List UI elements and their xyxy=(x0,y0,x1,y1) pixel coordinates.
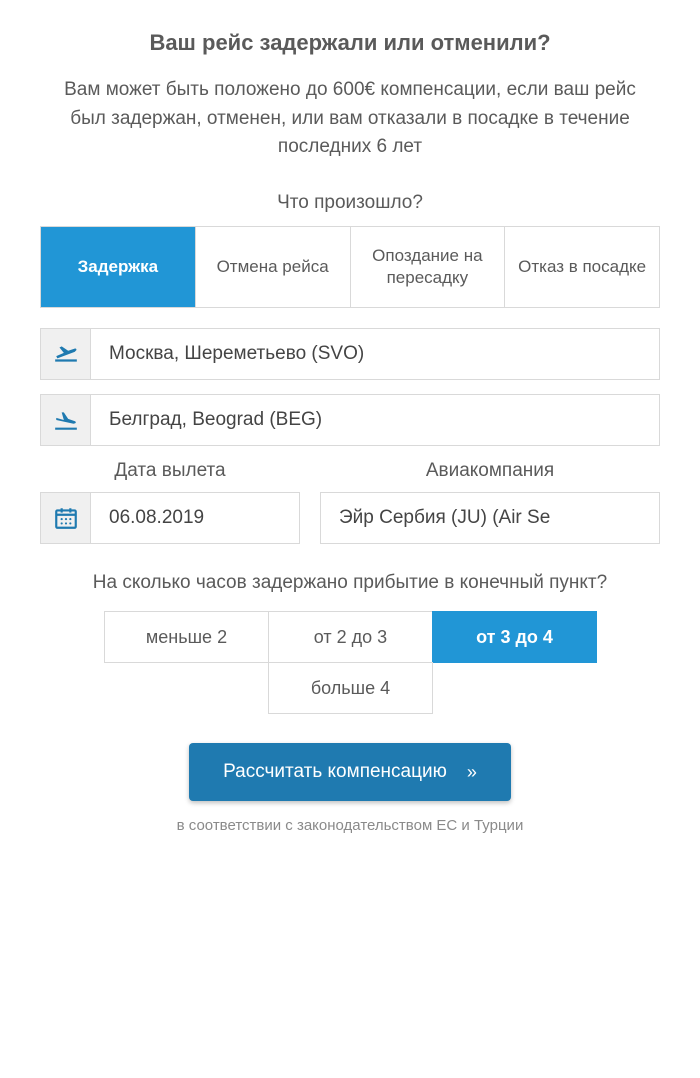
departure-icon xyxy=(41,329,91,379)
airline-label: Авиакомпания xyxy=(320,460,660,482)
tab-denied-boarding[interactable]: Отказ в посадке xyxy=(505,227,659,307)
option-2-3[interactable]: от 2 до 3 xyxy=(268,611,433,663)
option-more-4[interactable]: больше 4 xyxy=(268,662,433,714)
what-happened-label: Что произошло? xyxy=(40,192,660,214)
arrival-value: Белград, Beograd (BEG) xyxy=(91,395,659,445)
tab-missed-connection[interactable]: Опоздание на пересадку xyxy=(351,227,506,307)
date-label: Дата вылета xyxy=(40,460,300,482)
page-title: Ваш рейс задержали или отменили? xyxy=(40,30,660,56)
tab-delay[interactable]: Задержка xyxy=(41,227,196,307)
calendar-icon xyxy=(41,493,91,543)
footnote: в соответствии с законодательством ЕС и … xyxy=(40,817,660,834)
delay-question: На сколько часов задержано прибытие в ко… xyxy=(40,569,660,598)
departure-field[interactable]: Москва, Шереметьево (SVO) xyxy=(40,328,660,380)
delay-options: меньше 2 от 2 до 3 от 3 до 4 больше 4 xyxy=(103,611,598,713)
departure-value: Москва, Шереметьево (SVO) xyxy=(91,329,659,379)
tab-cancellation[interactable]: Отмена рейса xyxy=(196,227,351,307)
option-3-4[interactable]: от 3 до 4 xyxy=(432,611,597,663)
incident-type-tabs: Задержка Отмена рейса Опоздание на перес… xyxy=(40,226,660,308)
page-subtitle: Вам может быть положено до 600€ компенса… xyxy=(40,76,660,162)
calculate-button[interactable]: Рассчитать компенсацию » xyxy=(189,743,511,801)
arrival-icon xyxy=(41,395,91,445)
arrow-icon: » xyxy=(467,762,477,783)
cta-label: Рассчитать компенсацию xyxy=(223,761,447,783)
option-less-2[interactable]: меньше 2 xyxy=(104,611,269,663)
arrival-field[interactable]: Белград, Beograd (BEG) xyxy=(40,394,660,446)
airline-value: Эйр Сербия (JU) (Air Se xyxy=(321,493,659,543)
date-value: 06.08.2019 xyxy=(91,493,299,543)
date-field[interactable]: 06.08.2019 xyxy=(40,492,300,544)
airline-field[interactable]: Эйр Сербия (JU) (Air Se xyxy=(320,492,660,544)
